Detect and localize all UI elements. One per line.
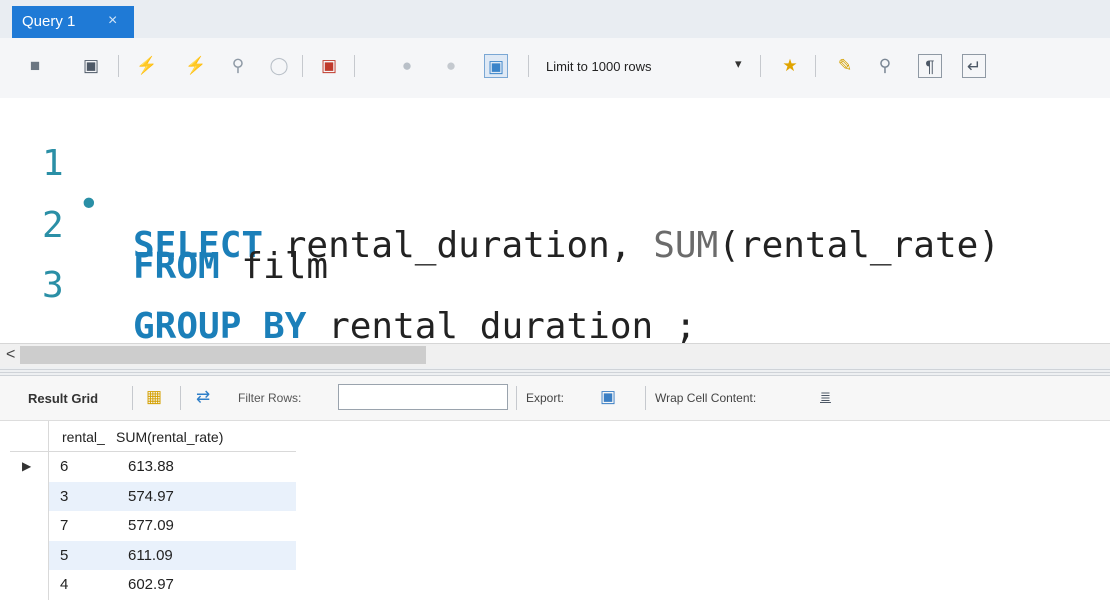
keyword-from: FROM: [133, 246, 220, 287]
autocommit-icon[interactable]: ▣: [484, 54, 508, 78]
refresh-icon[interactable]: ⇄: [196, 388, 210, 405]
cell-rental-duration[interactable]: 3: [60, 488, 68, 505]
cell-sum-rental-rate[interactable]: 613.88: [128, 458, 174, 475]
scroll-left-icon[interactable]: <: [6, 346, 15, 364]
column-header[interactable]: SUM(rental_rate): [116, 429, 223, 445]
cell-rental-duration[interactable]: 6: [60, 458, 68, 475]
toolbar-divider: [118, 55, 119, 77]
filter-rows-label: Filter Rows:: [238, 391, 302, 405]
toolbar-divider: [132, 386, 133, 410]
invisible-chars-icon[interactable]: ¶: [918, 54, 942, 78]
table-row[interactable]: 4 602.97: [10, 570, 296, 600]
toggle-error-icon[interactable]: ▣: [318, 54, 340, 76]
rollback-icon[interactable]: ●: [440, 54, 462, 76]
tab-title: Query 1: [22, 13, 76, 30]
cell-rental-duration[interactable]: 7: [60, 517, 68, 534]
editor-horizontal-scrollbar[interactable]: <: [0, 343, 1110, 368]
code-text: FROM film: [133, 246, 328, 287]
grid-layout-icon[interactable]: ▦: [146, 388, 162, 405]
code-line-1: 1 • SELECT rental_duration, SUM(rental_r…: [0, 102, 1000, 266]
toolbar-divider: [815, 55, 816, 77]
toolbar-divider: [760, 55, 761, 77]
grid-header-row: rental_ SUM(rental_rate): [10, 421, 296, 452]
explain-icon[interactable]: ⚲: [227, 54, 249, 76]
cell-sum-rental-rate[interactable]: 574.97: [128, 488, 174, 505]
code-fragment: film: [219, 246, 329, 287]
table-row[interactable]: ▶ 6 613.88: [10, 452, 296, 482]
toolbar-divider: [180, 386, 181, 410]
beautify-icon[interactable]: ✎: [834, 54, 856, 76]
cell-rental-duration[interactable]: 4: [60, 576, 68, 593]
tab-query-1[interactable]: Query 1 ×: [12, 6, 134, 38]
column-header[interactable]: rental_: [62, 429, 105, 445]
filter-rows-input[interactable]: [338, 384, 508, 410]
toolbar-divider: [354, 55, 355, 77]
commit-icon[interactable]: ●: [396, 54, 418, 76]
tab-strip: Query 1 ×: [0, 0, 1110, 38]
panel-splitter[interactable]: [0, 367, 1110, 376]
row-selector[interactable]: [10, 511, 49, 541]
wrap-cell-content-label: Wrap Cell Content:: [655, 391, 757, 405]
cell-sum-rental-rate[interactable]: 611.09: [128, 547, 173, 564]
code-fragment: (rental_rate): [718, 225, 1000, 266]
row-selector[interactable]: [10, 481, 49, 511]
limit-rows-select[interactable]: Limit to 1000 rows: [546, 59, 652, 74]
toolbar-divider: [528, 55, 529, 77]
query-toolbar: ■ ▣ ⚡ ⚡ ⚲ ◯ ▣ ● ● ▣ Limit to 1000 rows ▾…: [0, 38, 1110, 98]
chevron-down-icon[interactable]: ▾: [735, 56, 742, 72]
tab-close-icon[interactable]: ×: [108, 12, 117, 30]
find-icon[interactable]: ⚲: [874, 54, 896, 76]
add-snippet-icon[interactable]: ★: [779, 54, 801, 76]
execute-current-icon[interactable]: ⚡: [185, 54, 207, 76]
result-grid: rental_ SUM(rental_rate) ▶ 6 613.88 3 57…: [10, 421, 296, 600]
cell-sum-rental-rate[interactable]: 577.09: [128, 517, 174, 534]
scrollbar-thumb[interactable]: [20, 346, 426, 364]
result-toolbar: Result Grid ▦ ⇄ Filter Rows: Export: ▣ W…: [0, 376, 1110, 421]
toolbar-divider: [302, 55, 303, 77]
table-row[interactable]: 3 574.97: [10, 481, 296, 511]
open-folder-icon[interactable]: ■: [24, 54, 46, 76]
keyword-group-by: GROUP BY: [133, 306, 307, 347]
code-text: GROUP BY rental_duration ;: [133, 306, 697, 347]
cell-sum-rental-rate[interactable]: 602.97: [128, 576, 174, 593]
row-selector[interactable]: [10, 570, 49, 600]
export-label: Export:: [526, 391, 565, 405]
table-row[interactable]: 5 611.09: [10, 540, 296, 570]
row-selector[interactable]: ▶: [10, 452, 49, 482]
toolbar-divider: [516, 386, 517, 410]
export-icon[interactable]: ▣: [600, 388, 616, 405]
code-fragment: rental_duration ;: [306, 306, 697, 347]
sql-editor[interactable]: 1 • SELECT rental_duration, SUM(rental_r…: [0, 98, 1110, 347]
cell-rental-duration[interactable]: 5: [60, 547, 68, 564]
wrap-cell-content-icon[interactable]: ≣: [820, 390, 831, 403]
word-wrap-icon[interactable]: ↵: [962, 54, 986, 78]
save-icon[interactable]: ▣: [80, 54, 102, 76]
current-row-icon: ▶: [22, 459, 32, 473]
table-row[interactable]: 7 577.09: [10, 511, 296, 541]
code-line-3: 3 GROUP BY rental_duration ;: [0, 224, 697, 347]
stop-icon[interactable]: ◯: [268, 54, 290, 76]
row-selector[interactable]: [10, 540, 49, 570]
row-selector-header[interactable]: [10, 421, 49, 451]
function-sum: SUM: [653, 225, 719, 266]
result-grid-tab[interactable]: Result Grid: [28, 391, 98, 406]
code-line-2: 2 FROM film: [0, 164, 328, 287]
toolbar-divider: [645, 386, 646, 410]
line-number: 3: [42, 265, 64, 306]
execute-icon[interactable]: ⚡: [136, 54, 158, 76]
